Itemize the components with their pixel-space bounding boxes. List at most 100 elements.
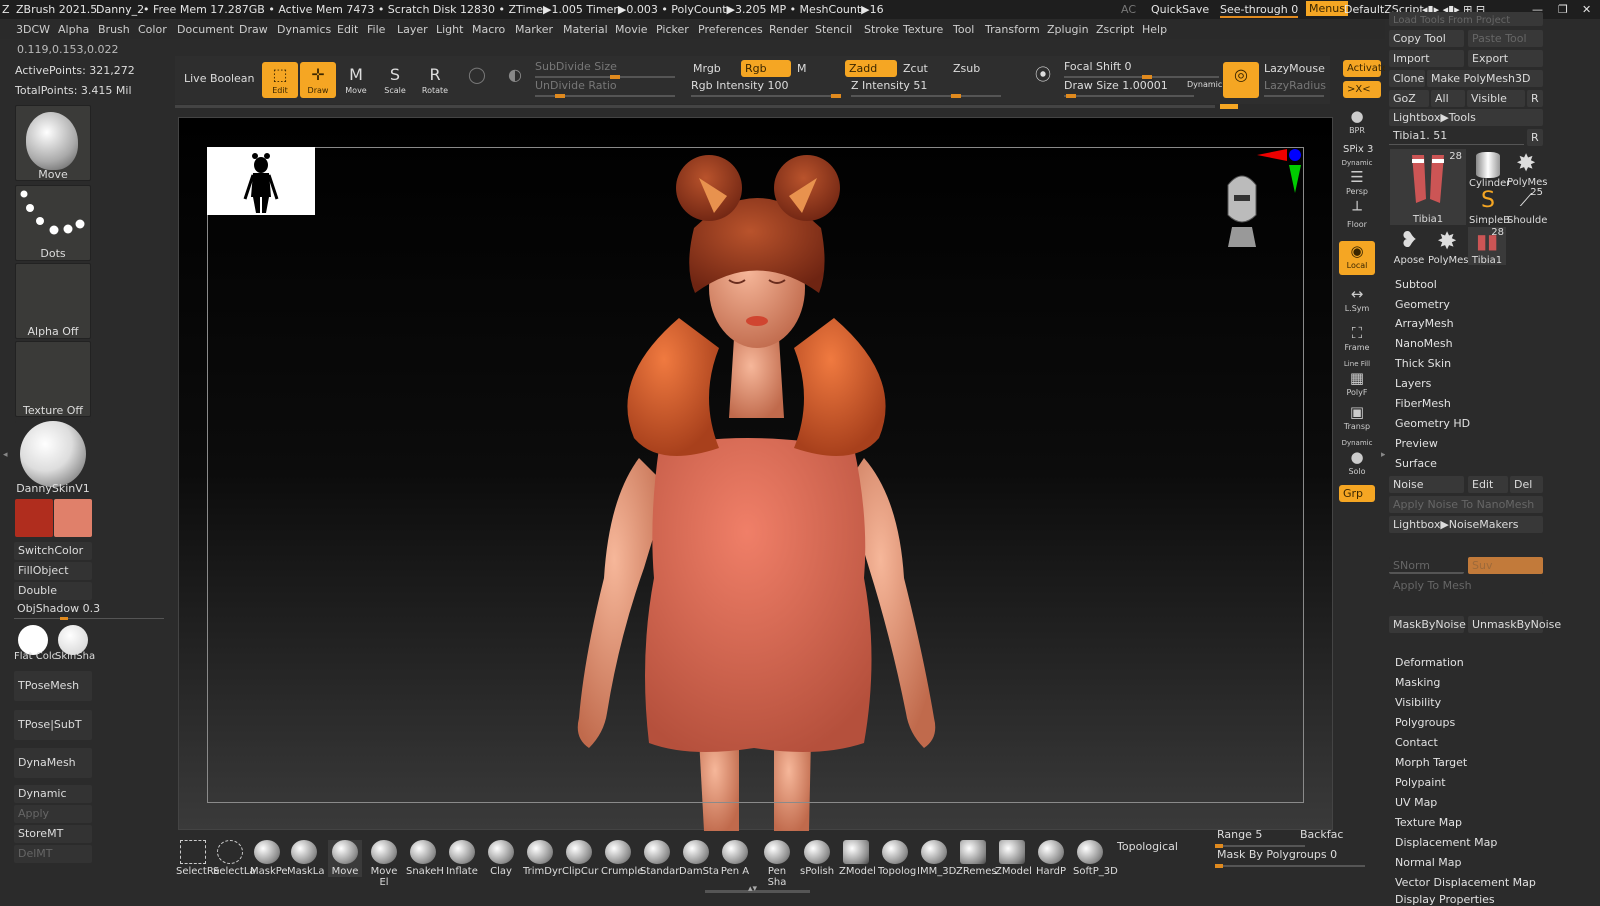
x-axis-symmetry-button[interactable]: >X< xyxy=(1343,81,1381,98)
menu-preferences[interactable]: Preferences xyxy=(698,23,763,36)
goz-r-button[interactable]: R xyxy=(1527,90,1543,107)
menu-material[interactable]: Material xyxy=(563,23,608,36)
clone-button[interactable]: Clone xyxy=(1389,70,1425,87)
nanomesh-section[interactable]: NanoMesh xyxy=(1395,337,1453,350)
unmask-by-noise-button[interactable]: UnmaskByNoise xyxy=(1468,616,1561,633)
brush-crumple[interactable]: Crumple xyxy=(601,840,643,877)
visibility-section[interactable]: Visibility xyxy=(1395,696,1441,709)
store-mt-button[interactable]: StoreMT xyxy=(14,825,92,843)
brush-maskpen[interactable]: MaskPe xyxy=(250,840,288,877)
vector-displacement-map-section[interactable]: Vector Displacement Map xyxy=(1395,876,1536,889)
zcut-button[interactable]: Zcut xyxy=(899,60,947,77)
axis-gizmo[interactable] xyxy=(1255,147,1305,197)
range-slider[interactable]: Range 5 xyxy=(1217,828,1262,841)
goz-all-button[interactable]: All xyxy=(1431,90,1465,107)
see-through-slider[interactable]: See-through 0 xyxy=(1220,3,1299,18)
menu-document[interactable]: Document xyxy=(177,23,234,36)
apply-button[interactable]: Apply xyxy=(14,805,92,823)
tool-tile-tibia1-2[interactable]: 28 ▮▮ Tibia1 xyxy=(1468,227,1506,266)
rgb-intensity-slider[interactable]: Rgb Intensity 100 xyxy=(691,79,841,98)
surface-section[interactable]: Surface xyxy=(1395,457,1437,470)
switch-color-button[interactable]: SwitchColor xyxy=(14,542,92,560)
current-tool-slider[interactable]: Tibia1. 51 xyxy=(1393,129,1447,142)
menus-toggle[interactable]: Menus xyxy=(1306,1,1348,16)
menu-draw[interactable]: Draw xyxy=(239,23,268,36)
export-button[interactable]: Export xyxy=(1468,50,1543,67)
menu-marker[interactable]: Marker xyxy=(515,23,553,36)
layers-section[interactable]: Layers xyxy=(1395,377,1431,390)
activate-symmetry-button[interactable]: Activate xyxy=(1343,60,1388,77)
brush-spolish[interactable]: sPolish xyxy=(800,840,834,877)
masking-section[interactable]: Masking xyxy=(1395,676,1440,689)
menu-macro[interactable]: Macro xyxy=(472,23,505,36)
z-intensity-slider[interactable]: Z Intensity 51 xyxy=(851,79,1001,98)
brush-masklasso[interactable]: MaskLa xyxy=(287,840,324,877)
tool-r-button[interactable]: R xyxy=(1527,129,1543,146)
fill-object-button[interactable]: FillObject xyxy=(14,562,92,580)
thick-skin-section[interactable]: Thick Skin xyxy=(1395,357,1451,370)
polypaint-section[interactable]: Polypaint xyxy=(1395,776,1446,789)
brush-softpolish[interactable]: SoftP_3D xyxy=(1073,840,1118,877)
spix-slider[interactable]: SPix 3 xyxy=(1343,144,1373,155)
apply-noise-nanomesh-button[interactable]: Apply Noise To NanoMesh xyxy=(1389,496,1543,513)
focal-shift-slider[interactable]: Focal Shift 0 xyxy=(1064,60,1219,79)
bottom-collapse-handle[interactable] xyxy=(705,890,810,893)
bottom-collapse-icon[interactable]: ▴▾ xyxy=(748,884,757,894)
normal-map-section[interactable]: Normal Map xyxy=(1395,856,1462,869)
left-collapse-icon[interactable]: ◂ xyxy=(3,450,8,460)
scale-mode-button[interactable]: S Scale xyxy=(377,62,413,98)
draw-mode-button[interactable]: ✛ Draw xyxy=(300,62,336,98)
menu-transform[interactable]: Transform xyxy=(985,23,1040,36)
lightbox-noisemakers-button[interactable]: Lightbox▶NoiseMakers xyxy=(1389,516,1543,533)
polygroups-section[interactable]: Polygroups xyxy=(1395,716,1455,729)
tool-tile-shoulder[interactable]: 25 ⟋ Shoulde xyxy=(1507,187,1547,226)
dynamic-size-toggle[interactable]: Dynamic xyxy=(1187,80,1222,89)
live-boolean-button[interactable]: Live Boolean xyxy=(184,72,255,85)
mrgb-button[interactable]: Mrgb xyxy=(689,60,739,77)
rgb-button[interactable]: Rgb xyxy=(741,60,791,77)
geometry-section[interactable]: Geometry xyxy=(1395,298,1450,311)
brush-imm-3d[interactable]: IMM_3D xyxy=(917,840,956,877)
restore-icon[interactable]: ❐ xyxy=(1558,3,1568,16)
import-button[interactable]: Import xyxy=(1389,50,1464,67)
brush-zmodeler[interactable]: ZModel xyxy=(839,840,876,877)
zadd-button[interactable]: Zadd xyxy=(845,60,897,77)
mask-by-polygroups-slider[interactable]: Mask By Polygroups 0 xyxy=(1217,848,1337,861)
load-tools-button[interactable]: Load Tools From Project xyxy=(1389,12,1543,26)
brush-inflate[interactable]: Inflate xyxy=(445,840,479,877)
brush-standard[interactable]: Standar xyxy=(640,840,679,877)
brush-clipcurve[interactable]: ClipCur xyxy=(562,840,598,877)
noise-del-button[interactable]: Del xyxy=(1510,476,1543,493)
tool-tile-polymesh-2[interactable]: ✸ PolyMes xyxy=(1428,227,1468,266)
undivide-ratio-slider[interactable]: UnDivide Ratio xyxy=(535,79,675,98)
solo-button[interactable]: Dynamic ● Solo xyxy=(1339,439,1375,476)
menu-light[interactable]: Light xyxy=(436,23,463,36)
mask-polygroups-knob[interactable] xyxy=(1215,864,1223,868)
brush-move-elastic[interactable]: Move El xyxy=(367,840,401,888)
brush-damstandard[interactable]: DamSta xyxy=(679,840,719,877)
lazymouse-toggle[interactable]: LazyMouse xyxy=(1264,62,1325,75)
brush-move[interactable]: Move xyxy=(328,840,362,877)
preview-section[interactable]: Preview xyxy=(1395,437,1438,450)
menu-file[interactable]: File xyxy=(367,23,385,36)
tpose-subt-button[interactable]: TPose|SubT xyxy=(14,710,92,740)
brush-zmodeler-2[interactable]: ZModel xyxy=(995,840,1032,877)
copy-tool-button[interactable]: Copy Tool xyxy=(1389,30,1464,47)
rotate-mode-button[interactable]: R Rotate xyxy=(417,62,453,98)
quicksave-button[interactable]: QuickSave xyxy=(1151,3,1209,16)
brush-snakehook[interactable]: SnakeH xyxy=(406,840,444,877)
local-button[interactable]: ◉ Local xyxy=(1339,241,1375,275)
move-mode-button[interactable]: M Move xyxy=(338,62,374,98)
goz-button[interactable]: GoZ xyxy=(1389,90,1429,107)
primary-color-swatch[interactable] xyxy=(15,499,53,537)
menu-zscript[interactable]: Zscript xyxy=(1096,23,1134,36)
geometry-hd-section[interactable]: Geometry HD xyxy=(1395,417,1470,430)
menu-brush[interactable]: Brush xyxy=(98,23,130,36)
menu-movie[interactable]: Movie xyxy=(615,23,648,36)
brush-clay[interactable]: Clay xyxy=(484,840,518,877)
sphere-gizmo-icon[interactable]: ◯ xyxy=(459,62,495,98)
zsub-button[interactable]: Zsub xyxy=(949,60,997,77)
brush-trimdynamic[interactable]: TrimDyr xyxy=(523,840,562,877)
yin-yang-icon[interactable]: ◐ xyxy=(497,62,533,98)
contact-section[interactable]: Contact xyxy=(1395,736,1438,749)
